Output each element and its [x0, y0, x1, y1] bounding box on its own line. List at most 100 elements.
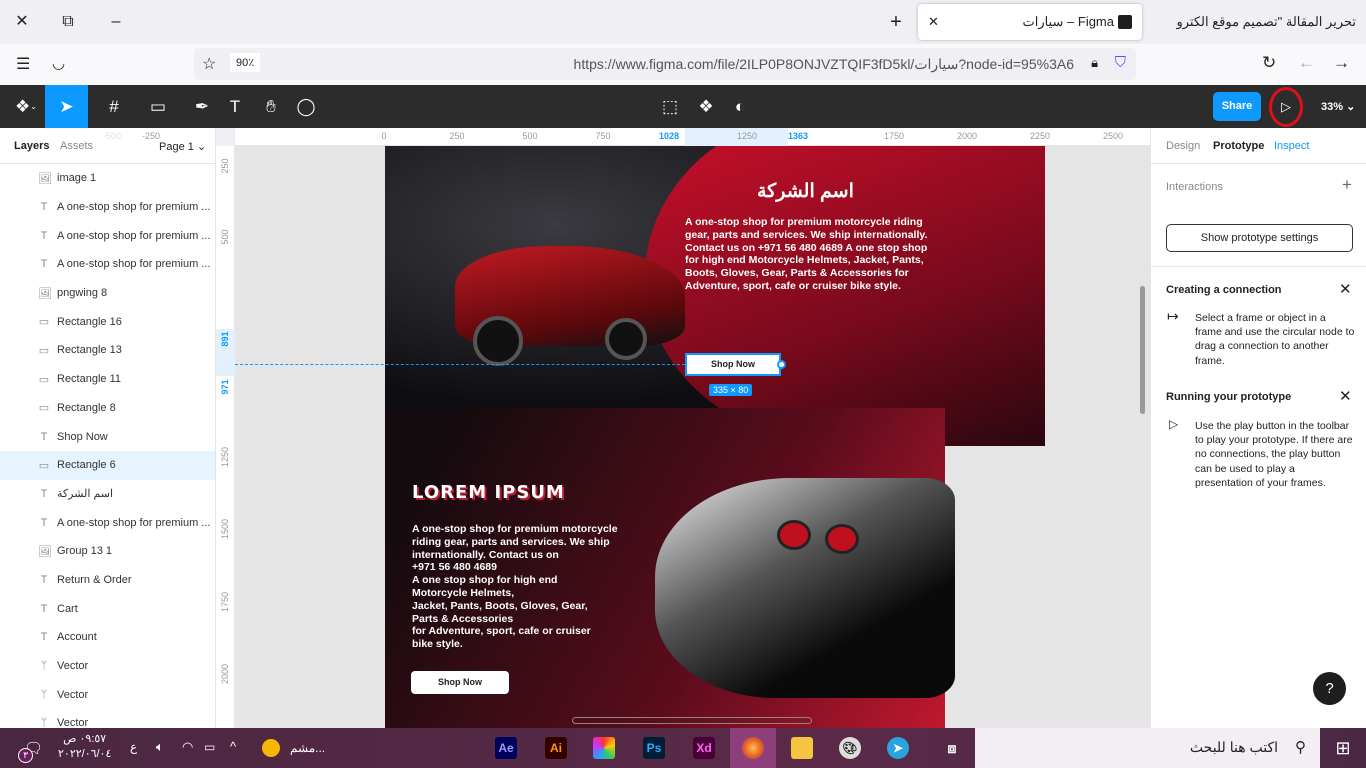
- comment-tool-button[interactable]: ◯: [284, 85, 328, 128]
- main-menu-button[interactable]: ❖ ⌄: [4, 85, 48, 128]
- creative-cloud-button[interactable]: Cc: [584, 728, 624, 768]
- section-description[interactable]: A one-stop shop for premium motorcycle ri…: [412, 523, 652, 651]
- forward-icon[interactable]: →: [1333, 53, 1350, 73]
- layer-item[interactable]: ▭ Rectangle 11: [0, 365, 215, 394]
- zoom-dropdown[interactable]: 33% ⌄: [1321, 100, 1355, 113]
- comment-icon: ◯: [296, 96, 316, 116]
- shop-now-button[interactable]: Shop Now: [685, 353, 781, 376]
- firefox-button[interactable]: [730, 728, 776, 768]
- frame-page[interactable]: اسم الشركة A one-stop shop for premium m…: [235, 146, 1045, 728]
- new-tab-button[interactable]: +: [884, 10, 908, 34]
- photoshop-button[interactable]: Ps: [634, 728, 674, 768]
- restore-window-button[interactable]: ⧉: [56, 10, 80, 34]
- telegram-button[interactable]: ➤: [878, 728, 918, 768]
- layer-item[interactable]: T A one-stop shop for premium ...: [0, 193, 215, 222]
- layer-item[interactable]: T A one-stop shop for premium ...: [0, 221, 215, 250]
- canvas[interactable]: اسم الشركة A one-stop shop for premium m…: [235, 146, 1150, 728]
- share-button[interactable]: Share: [1213, 92, 1261, 121]
- shield-icon[interactable]: ⛉: [1115, 54, 1126, 71]
- back-icon[interactable]: ←: [1298, 53, 1315, 73]
- layer-item[interactable]: ▭ Rectangle 6: [0, 450, 215, 480]
- tab-figma[interactable]: ✕ سيارات – Figma: [918, 4, 1142, 40]
- shop-now-button-2[interactable]: Shop Now: [411, 671, 509, 694]
- menu-icon[interactable]: ☰: [16, 54, 30, 74]
- layer-item[interactable]: 🖼︎ image 1: [0, 164, 215, 193]
- tab-layers[interactable]: Layers: [14, 140, 49, 152]
- address-bar[interactable]: ☆ 90٪ https://www.figma.com/file/2ILP0P8…: [194, 48, 1136, 80]
- show-prototype-settings-button[interactable]: Show prototype settings: [1166, 224, 1353, 252]
- layer-item[interactable]: 🖼︎ Group 13 1: [0, 537, 215, 566]
- weather-text[interactable]: مشم...: [290, 741, 325, 755]
- image-icon: 🖼︎: [38, 172, 52, 185]
- wifi-icon[interactable]: ◠: [182, 739, 193, 755]
- add-interaction-button[interactable]: +: [1342, 175, 1352, 195]
- lock-icon[interactable]: 🔒︎: [1091, 55, 1098, 71]
- creating-connection-title: Creating a connection: [1166, 284, 1282, 296]
- tab-design[interactable]: Design: [1166, 140, 1200, 152]
- task-view-button[interactable]: ⧈: [932, 728, 972, 768]
- paint-button[interactable]: 🎨︎: [830, 728, 870, 768]
- layer-item[interactable]: T Account: [0, 623, 215, 652]
- car-wheel: [605, 318, 647, 360]
- close-icon[interactable]: ✕: [1339, 280, 1352, 298]
- xd-button[interactable]: Xd: [684, 728, 724, 768]
- zoom-level[interactable]: 90٪: [230, 53, 261, 72]
- layer-item[interactable]: ▭ Rectangle 8: [0, 394, 215, 423]
- layer-item[interactable]: T Shop Now: [0, 422, 215, 451]
- section-title[interactable]: LOREM IPSUM: [412, 482, 565, 503]
- illustrator-button[interactable]: Ai: [536, 728, 576, 768]
- tab-inspect[interactable]: Inspect: [1274, 140, 1309, 152]
- hero-section[interactable]: اسم الشركة A one-stop shop for premium m…: [235, 146, 1045, 446]
- layer-item[interactable]: ▭ Rectangle 16: [0, 307, 215, 336]
- layer-item[interactable]: 🖼︎ pngwing 8: [0, 279, 215, 308]
- url-text[interactable]: https://www.figma.com/file/2ILP0P8ONJVZT…: [574, 56, 1074, 73]
- shape-tool-button[interactable]: ▭: [136, 85, 180, 128]
- mask-button[interactable]: ◐: [718, 85, 762, 128]
- close-tab-icon[interactable]: ✕: [928, 4, 939, 40]
- taskbar-search-box[interactable]: ⚲ اكتب هنا للبحث: [975, 728, 1320, 768]
- minimize-window-button[interactable]: –: [104, 10, 128, 34]
- weather-icon[interactable]: [262, 739, 280, 757]
- close-window-button[interactable]: ✕: [10, 10, 34, 34]
- file-explorer-button[interactable]: [782, 728, 822, 768]
- tab-prototype[interactable]: Prototype: [1213, 140, 1264, 152]
- move-tool-button[interactable]: ➤: [45, 85, 88, 128]
- ruler-tick-label: 0: [381, 131, 387, 141]
- company-name[interactable]: اسم الشركة: [757, 180, 854, 203]
- bookmark-star-icon[interactable]: ☆: [202, 54, 216, 74]
- layer-item[interactable]: T Return & Order: [0, 566, 215, 595]
- layer-item[interactable]: T اسم الشركة: [0, 480, 215, 509]
- layer-item[interactable]: T A one-stop shop for premium ...: [0, 250, 215, 279]
- vertical-scrollbar[interactable]: [1140, 286, 1145, 414]
- frame-tool-button[interactable]: #: [92, 85, 136, 128]
- hero-description[interactable]: A one-stop shop for premium motorcycle r…: [685, 216, 943, 293]
- page-selector[interactable]: Page 1 ⌄: [159, 140, 206, 153]
- volume-icon[interactable]: 🔈︎: [156, 739, 164, 755]
- reload-icon[interactable]: ↻: [1262, 53, 1276, 73]
- battery-icon[interactable]: ▭: [204, 740, 215, 754]
- show-hidden-icons-button[interactable]: ^: [230, 739, 236, 754]
- rectangle-icon: ▭: [38, 316, 50, 329]
- section-two[interactable]: LOREM IPSUM A one-stop shop for premium …: [385, 408, 955, 728]
- layer-name: A one-stop shop for premium ...: [57, 201, 211, 214]
- connection-node-handle[interactable]: [777, 360, 786, 369]
- after-effects-button[interactable]: Ae: [486, 728, 526, 768]
- layer-item[interactable]: ᛘ Vector: [0, 652, 215, 681]
- present-play-button[interactable]: ▷: [1269, 87, 1303, 127]
- windows-start-button[interactable]: ⊞: [1320, 728, 1366, 768]
- layer-name: Rectangle 6: [57, 459, 116, 472]
- horizontal-scrollbar[interactable]: [572, 717, 812, 724]
- tab-article[interactable]: تحرير المقالة "تصميم موقع الكترو: [1150, 4, 1366, 40]
- layer-item[interactable]: ᛘ Vector: [0, 680, 215, 709]
- help-button[interactable]: ?: [1313, 672, 1346, 705]
- illustrator-icon: Ai: [545, 737, 567, 759]
- tab-assets[interactable]: Assets: [60, 140, 93, 152]
- layer-item[interactable]: ▭ Rectangle 13: [0, 336, 215, 365]
- ruler-tick-label: 1250: [736, 131, 758, 141]
- close-icon[interactable]: ✕: [1339, 387, 1352, 405]
- layer-item[interactable]: T A one-stop shop for premium ...: [0, 508, 215, 537]
- pocket-icon[interactable]: ◡: [52, 54, 65, 72]
- clock[interactable]: ٠٩:٥٧ ص ٢٠٢٢/٠٦/٠٤: [58, 732, 111, 762]
- layer-item[interactable]: T Cart: [0, 594, 215, 623]
- language-indicator[interactable]: ع: [130, 740, 137, 754]
